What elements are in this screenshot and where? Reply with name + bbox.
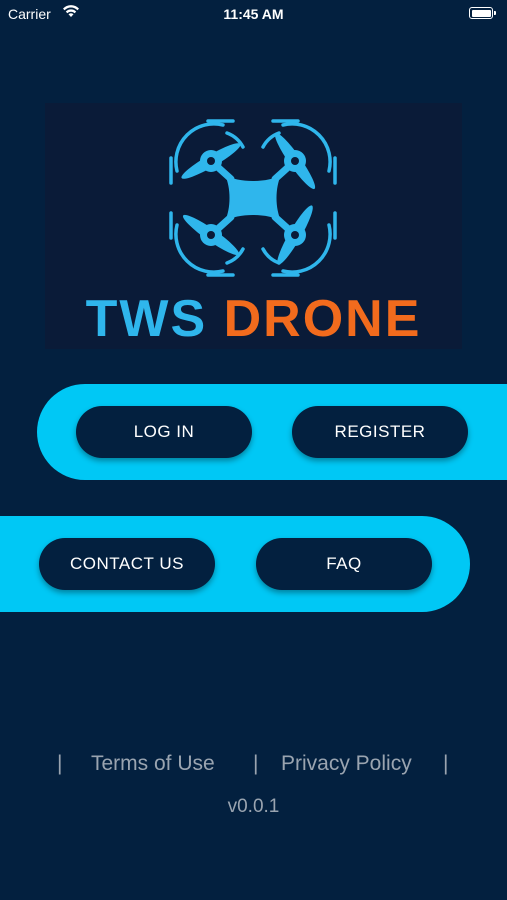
terms-of-use-link[interactable]: Terms of Use <box>91 752 215 776</box>
battery-icon <box>469 7 496 19</box>
logo-wordmark: TWS DRONE <box>45 289 462 349</box>
footer-separator: | <box>57 752 63 775</box>
welcome-screen: Carrier 11:45 AM TWS DRONE LOG IN REGIST… <box>0 0 507 900</box>
footer-links: | Terms of Use | Privacy Policy | <box>0 750 507 780</box>
login-button[interactable]: LOG IN <box>76 406 252 458</box>
logo-word-tws: TWS <box>85 290 208 348</box>
privacy-policy-link[interactable]: Privacy Policy <box>281 752 412 776</box>
clock: 11:45 AM <box>223 6 284 22</box>
app-logo: TWS DRONE <box>45 103 462 349</box>
contact-us-button[interactable]: CONTACT US <box>39 538 215 590</box>
footer-separator: | <box>253 752 259 775</box>
faq-button[interactable]: FAQ <box>256 538 432 590</box>
app-version: v0.0.1 <box>227 796 280 817</box>
footer-separator: | <box>443 752 449 775</box>
account-actions-band: LOG IN REGISTER <box>37 384 507 480</box>
drone-icon <box>169 119 337 277</box>
status-bar: Carrier 11:45 AM <box>0 0 507 28</box>
logo-word-drone: DRONE <box>223 290 422 348</box>
register-button[interactable]: REGISTER <box>292 406 468 458</box>
support-actions-band: CONTACT US FAQ <box>0 516 470 612</box>
